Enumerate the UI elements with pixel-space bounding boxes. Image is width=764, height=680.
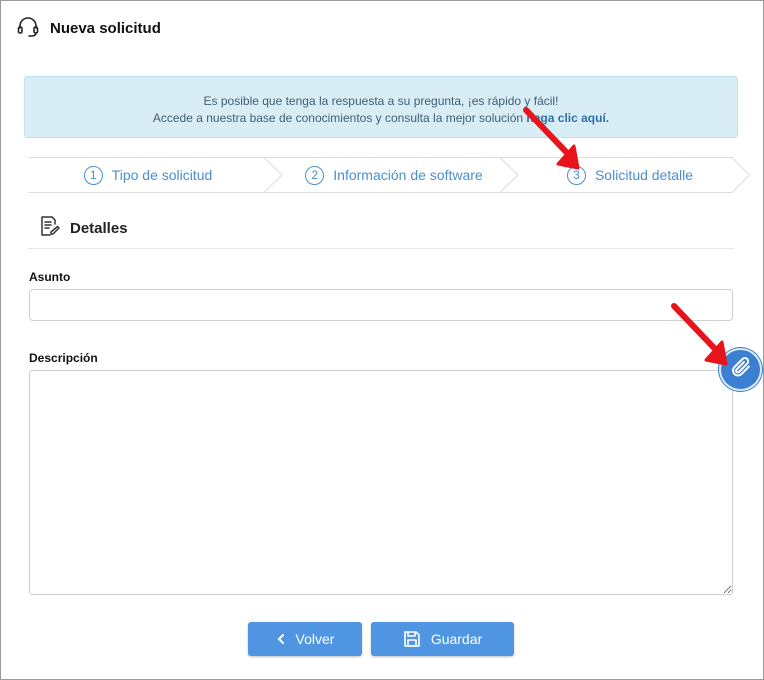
wizard-steps: 1 Tipo de solicitud 2 Información de sof… [28,157,750,193]
step-3-label: Solicitud detalle [594,167,694,183]
page-header: Nueva solicitud [16,14,161,42]
step-1[interactable]: 1 Tipo de solicitud [28,157,268,193]
banner-line-1: Es posible que tenga la respuesta a su p… [203,94,559,108]
annotation-arrow-attach [671,303,728,366]
step-2-number: 2 [305,165,325,185]
section-divider [28,248,734,249]
knowledge-base-banner: Es posible que tenga la respuesta a su p… [24,76,738,138]
step-1-number: 1 [83,165,103,185]
save-button[interactable]: Guardar [371,622,514,656]
subject-input[interactable] [29,289,733,321]
annotation-arrow-step [523,107,580,170]
step-1-label: Tipo de solicitud [111,167,213,183]
floppy-disk-icon [403,630,421,648]
banner-line-2: Accede a nuestra base de conocimientos y… [25,110,737,127]
save-button-label: Guardar [430,631,483,647]
section-header: Detalles [28,214,128,242]
back-button[interactable]: Volver [248,622,362,656]
step-2-label: Información de software [333,167,483,183]
banner-line-2-text: Accede a nuestra base de conocimientos y… [152,111,524,125]
back-button-label: Volver [295,631,335,647]
step-2[interactable]: 2 Información de software [268,157,520,193]
chevron-left-icon [276,633,286,645]
edit-document-icon [37,214,61,242]
headset-icon [16,14,40,43]
description-label: Descripción [29,351,98,365]
description-textarea[interactable] [29,370,733,595]
section-title: Detalles [70,219,128,237]
subject-label: Asunto [29,270,71,284]
page-title: Nueva solicitud [50,19,161,37]
